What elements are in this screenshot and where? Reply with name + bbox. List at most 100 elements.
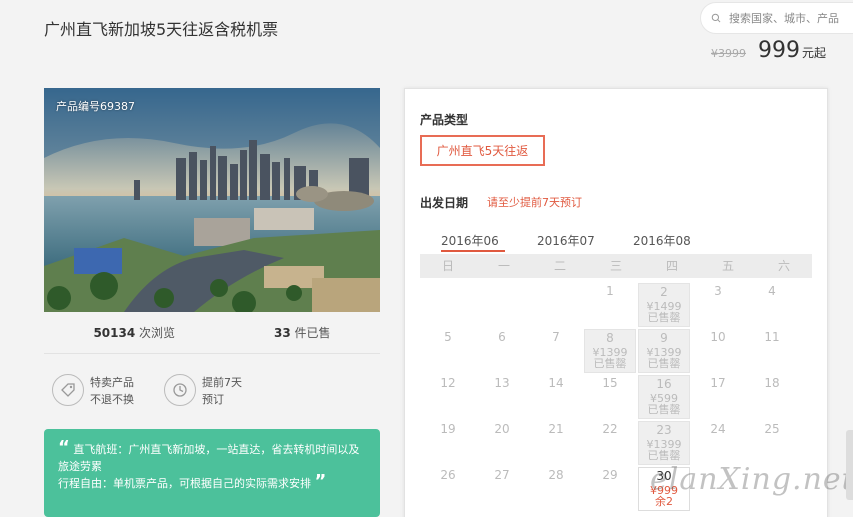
calendar-day-number: 26 — [440, 468, 456, 482]
calendar-day-number: 8 — [606, 331, 614, 345]
product-stats: 50134 次浏览 33 件已售 — [44, 312, 380, 354]
advance-booking-tip: 请至少提前7天预订 — [487, 196, 582, 209]
feature-detail: 不退不换 — [90, 393, 134, 406]
calendar-day-number: 25 — [764, 422, 780, 436]
calendar-day-status: 已售罄 — [647, 403, 681, 416]
product-photo[interactable]: 产品编号69387 — [44, 88, 380, 312]
search-box[interactable] — [700, 2, 853, 34]
weekday-mon: 一 — [497, 259, 510, 273]
booking-panel: 产品类型 广州直飞5天往返 出发日期 请至少提前7天预订 2016年06 201… — [404, 88, 828, 517]
calendar-day-number: 7 — [552, 330, 560, 344]
tab-month-2016-08[interactable]: 2016年08 — [633, 232, 729, 252]
calendar-day: 3 — [692, 283, 744, 327]
calendar-day: 18 — [746, 375, 798, 419]
calendar-day-number: 21 — [548, 422, 564, 436]
product-features: 特卖产品 不退不换 提前7天 预订 — [44, 354, 380, 429]
calendar-day-number: 20 — [494, 422, 510, 436]
calendar-day-status: 已售罄 — [647, 449, 681, 462]
page-title: 广州直飞新加坡5天往返含税机票 — [44, 20, 279, 39]
calendar-day: 6 — [476, 329, 528, 373]
calendar-day: 8 ¥1399 已售罄 — [584, 329, 636, 373]
calendar-day-number: 6 — [498, 330, 506, 344]
calendar-day: 24 — [692, 421, 744, 465]
calendar-day-number: 12 — [440, 376, 456, 390]
calendar-day-number: 18 — [764, 376, 780, 390]
calendar-day-number: 22 — [602, 422, 618, 436]
calendar-day: 11 — [746, 329, 798, 373]
calendar-day: 19 — [422, 421, 474, 465]
calendar-day: 25 — [746, 421, 798, 465]
calendar-day-status: 余2 — [655, 495, 673, 508]
calendar-day: 21 — [530, 421, 582, 465]
feature-special-offer: 特卖产品 不退不换 — [52, 374, 164, 429]
sold-stat: 33 件已售 — [274, 324, 331, 341]
calendar-day-number: 15 — [602, 376, 618, 390]
calendar-day-number: 28 — [548, 468, 564, 482]
calendar-day: 28 — [530, 467, 582, 511]
calendar-day: 27 — [476, 467, 528, 511]
tab-month-2016-06[interactable]: 2016年06 — [441, 232, 505, 252]
calendar-day: 14 — [530, 375, 582, 419]
feature-title: 提前7天 — [202, 376, 242, 389]
calendar-day-number: 3 — [714, 284, 722, 298]
site-watermark: elanXing.net — [650, 462, 853, 497]
feature-detail: 预订 — [202, 393, 224, 406]
original-price: ¥3999 — [711, 47, 746, 60]
calendar-day-number: 16 — [656, 377, 672, 391]
calendar-day: 9 ¥1399 已售罄 — [638, 329, 690, 373]
close-quote-icon: ” — [314, 471, 327, 492]
calendar-day: 5 — [422, 329, 474, 373]
open-quote-icon: “ — [58, 437, 70, 458]
calendar-day: 29 — [584, 467, 636, 511]
calendar-day: 2 ¥1499 已售罄 — [638, 283, 690, 327]
calendar-day: 10 — [692, 329, 744, 373]
calendar-day-number: 19 — [440, 422, 456, 436]
price-box: ¥3999 999 元起 — [711, 38, 826, 63]
views-label: 次浏览 — [139, 326, 176, 340]
calendar-day: 15 — [584, 375, 636, 419]
views-stat: 50134 次浏览 — [93, 324, 175, 341]
calendar-day-number: 27 — [494, 468, 510, 482]
calendar-day: 22 — [584, 421, 636, 465]
product-type-option[interactable]: 广州直飞5天往返 — [420, 135, 545, 166]
sold-count: 33 — [273, 326, 291, 340]
side-scroll-tab[interactable] — [846, 430, 853, 500]
current-price: 999 — [758, 38, 800, 63]
calendar-day: 16 ¥599 已售罄 — [638, 375, 690, 419]
calendar-day-number: 10 — [710, 330, 726, 344]
product-summary: 产品编号69387 50134 次浏览 33 件已售 特卖产品 不退不换 提前7… — [44, 88, 380, 517]
weekday-header: 日 一 二 三 四 五 六 — [420, 254, 812, 278]
calendar-day: 23 ¥1399 已售罄 — [638, 421, 690, 465]
calendar-day-number: 24 — [710, 422, 726, 436]
calendar-day-number: 14 — [548, 376, 564, 390]
weekday-fri: 五 — [721, 259, 734, 273]
weekday-wed: 三 — [609, 259, 622, 273]
calendar-day-number: 4 — [768, 284, 776, 298]
weekday-sat: 六 — [777, 259, 790, 273]
calendar-day: 26 — [422, 467, 474, 511]
product-code: 产品编号69387 — [56, 100, 135, 113]
calendar-day: 13 — [476, 375, 528, 419]
feature-advance-booking: 提前7天 预订 — [164, 374, 276, 429]
calendar-day-number: 13 — [494, 376, 510, 390]
search-input[interactable] — [729, 11, 853, 25]
views-count: 50134 — [93, 326, 136, 340]
weekday-tue: 二 — [553, 259, 566, 273]
month-tabs: 2016年06 2016年07 2016年08 — [441, 232, 729, 252]
highlight-direct-flight: 直飞航班：广州直飞新加坡，一站直达，省去转机时间以及旅途劳累 — [58, 443, 360, 473]
calendar-day-number: 11 — [764, 330, 780, 344]
calendar-day: 4 — [746, 283, 798, 327]
calendar-day: 12 — [422, 375, 474, 419]
calendar-day: 20 — [476, 421, 528, 465]
tab-month-2016-07[interactable]: 2016年07 — [537, 232, 633, 252]
weekday-sun: 日 — [441, 259, 454, 273]
calendar-day-number: 2 — [660, 285, 668, 299]
singapore-skyline-image — [44, 88, 380, 312]
calendar-day-number: 23 — [656, 423, 672, 437]
feature-title: 特卖产品 — [90, 376, 134, 389]
calendar-day-number: 1 — [606, 284, 614, 298]
search-icon — [711, 13, 721, 23]
calendar-day: 7 — [530, 329, 582, 373]
highlight-free-schedule: 行程自由：单机票产品，可根据自己的实际需求安排 — [58, 477, 311, 490]
highlights-box: “ 直飞航班：广州直飞新加坡，一站直达，省去转机时间以及旅途劳累 行程自由：单机… — [44, 429, 380, 517]
